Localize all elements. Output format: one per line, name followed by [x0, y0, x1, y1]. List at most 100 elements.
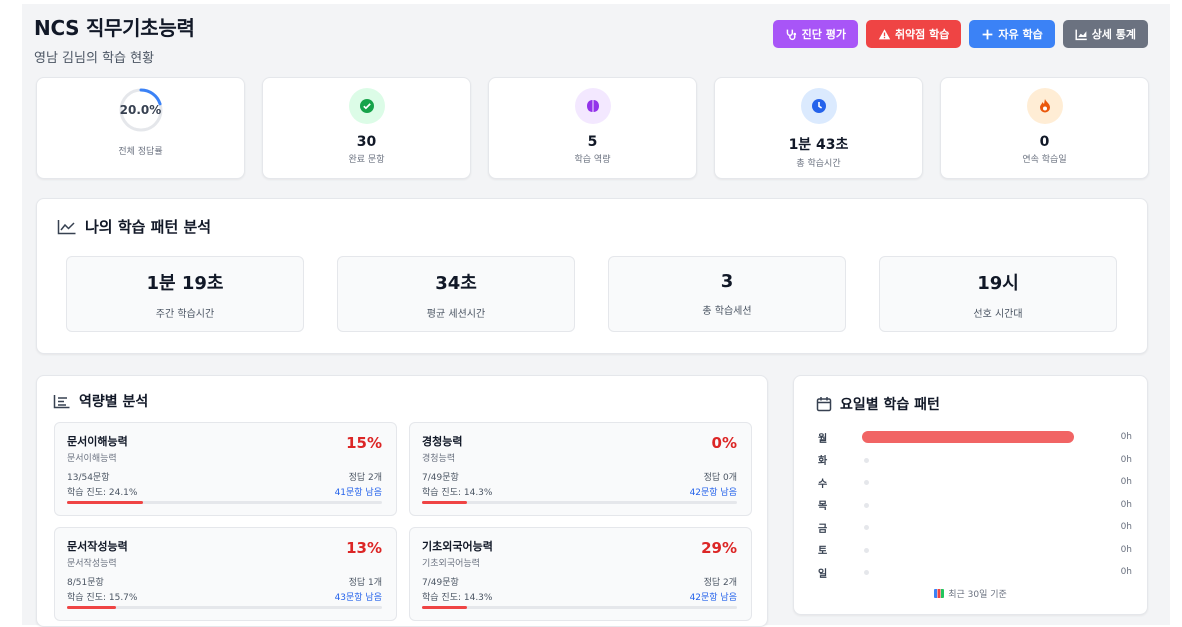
competency-questions: 13/54문항 [67, 473, 110, 483]
free-study-button[interactable]: 자유 학습 [969, 20, 1055, 48]
completed-label: 완료 문항 [348, 155, 385, 165]
weekday-row: 목 0h [818, 494, 1132, 517]
accuracy-card: 20.0% 전체 정답률 [36, 77, 245, 179]
diagnostic-test-label: 진단 평가 [801, 28, 846, 41]
weekday-bar-track [862, 566, 1074, 578]
competency-stats-row: 13/54문항 정답 2개 [67, 470, 382, 483]
weekday-value: 0h [1120, 454, 1132, 465]
plus-icon [983, 29, 993, 39]
competency-name: 경청능력 [422, 435, 463, 448]
competency-subtitle: 기초외국어능력 [422, 559, 480, 569]
completed-value: 30 [356, 134, 377, 150]
competency-analysis-panel: 역량별 분석 문서이해능력 문서이해능력 15% 13/54문항 정답 2개 학… [36, 375, 768, 627]
competency-questions: 7/49문항 [422, 473, 459, 483]
total-sessions-value: 3 [720, 271, 734, 292]
trend-line-icon [57, 219, 76, 234]
competency-correct: 정답 2개 [703, 578, 737, 588]
competency-card[interactable]: 문서작성능력 문서작성능력 13% 8/51문항 정답 1개 학습 진도: 15… [54, 527, 397, 621]
competency-progress-fill [67, 606, 117, 609]
competency-remaining: 42문항 남음 [689, 488, 737, 498]
weekday-value: 0h [1120, 544, 1132, 555]
competency-subtitle: 문서작성능력 [67, 559, 117, 569]
competency-percent: 13% [346, 539, 382, 557]
weekly-time-label: 주간 학습시간 [155, 308, 215, 320]
competency-card[interactable]: 문서이해능력 문서이해능력 15% 13/54문항 정답 2개 학습 진도: 2… [54, 422, 397, 516]
competency-grid: 문서이해능력 문서이해능력 15% 13/54문항 정답 2개 학습 진도: 2… [54, 422, 752, 621]
summary-cards: 20.0% 전체 정답률 30 완료 문항 5 학습 역량 1분 43초 총 학… [36, 77, 1149, 179]
weekday-bar-track [862, 521, 1074, 533]
weekday-label: 금 [818, 523, 828, 535]
chart-icon [1075, 29, 1087, 40]
learning-pattern-panel: 나의 학습 패턴 분석 1분 19초 주간 학습시간 34초 평균 세션시간 3… [36, 198, 1148, 354]
competency-name: 문서작성능력 [67, 540, 128, 553]
weekday-value: 0h [1120, 522, 1132, 533]
weakness-study-button[interactable]: 취약점 학습 [865, 20, 962, 48]
total-time-card: 1분 43초 총 학습시간 [714, 77, 923, 179]
avg-session-metric: 34초 평균 세션시간 [337, 256, 575, 332]
learning-pattern-title: 나의 학습 패턴 분석 [57, 216, 211, 237]
weekday-value: 0h [1120, 477, 1132, 488]
detailed-stats-button[interactable]: 상세 통계 [1062, 20, 1148, 48]
weekday-bar-track [862, 431, 1074, 444]
weekday-empty-dot [864, 480, 869, 486]
weekday-row: 일 0h [818, 561, 1132, 584]
competency-progress-row: 학습 진도: 14.3% 42문항 남음 [422, 590, 737, 603]
weekly-time-value: 1분 19초 [146, 272, 224, 294]
weekday-row: 화 0h [818, 449, 1132, 472]
competency-progress-label: 학습 진도: 15.7% [67, 593, 138, 603]
weekday-label: 수 [818, 478, 828, 490]
streak-value: 0 [1039, 134, 1050, 150]
weekday-bar [862, 431, 1074, 444]
competency-stats-row: 7/49문항 정답 2개 [422, 575, 737, 588]
competencies-label: 학습 역량 [574, 155, 611, 165]
detailed-stats-label: 상세 통계 [1091, 28, 1136, 41]
weekday-value: 0h [1120, 432, 1132, 443]
weekday-footer: 최근 30일 기준 [794, 587, 1147, 600]
preferred-hour-metric: 19시 선호 시간대 [879, 256, 1117, 332]
weekday-pattern-title-text: 요일별 학습 패턴 [840, 397, 940, 413]
competency-progress-fill [422, 606, 468, 609]
preferred-hour-label: 선호 시간대 [973, 308, 1023, 320]
page-header: NCS 직무기초능력 영남 김님의 학습 현황 [34, 12, 195, 66]
check-circle-icon [348, 88, 385, 124]
chart-emoji-icon [934, 589, 945, 598]
weekday-bar-track [862, 454, 1074, 466]
competency-progress-row: 학습 진도: 14.3% 42문항 남음 [422, 485, 737, 498]
accuracy-ring: 20.0% [117, 86, 165, 134]
preferred-hour-value: 19시 [977, 272, 1019, 294]
dashboard-page: NCS 직무기초능력 영남 김님의 학습 현황 진단 평가 취약점 학습 자유 … [22, 4, 1170, 627]
total-sessions-label: 총 학습세션 [702, 306, 752, 317]
weekday-label: 월 [818, 433, 828, 445]
total-time-value: 1분 43초 [788, 137, 849, 153]
weekday-empty-dot [864, 525, 869, 531]
weekday-bar-track [862, 499, 1074, 511]
page-subtitle: 영남 김님의 학습 현황 [34, 51, 155, 66]
competency-percent: 0% [711, 434, 737, 452]
weakness-study-label: 취약점 학습 [894, 28, 950, 41]
completed-card: 30 완료 문항 [262, 77, 471, 179]
weekday-value: 0h [1120, 567, 1132, 578]
weekday-row: 금 0h [818, 516, 1132, 539]
stethoscope-icon [786, 29, 796, 40]
competency-progress-label: 학습 진도: 14.3% [422, 593, 493, 603]
competency-subtitle: 문서이해능력 [67, 454, 117, 464]
competency-remaining: 42문항 남음 [689, 593, 737, 603]
competency-card[interactable]: 경청능력 경청능력 0% 7/49문항 정답 0개 학습 진도: 14.3% 4… [409, 422, 752, 516]
weekday-pattern-title: 요일별 학습 패턴 [816, 394, 940, 414]
diagnostic-test-button[interactable]: 진단 평가 [772, 20, 858, 48]
competency-name: 문서이해능력 [67, 435, 128, 448]
competency-progress-track [67, 501, 382, 504]
bar-list-icon [53, 394, 70, 408]
learning-pattern-title-text: 나의 학습 패턴 분석 [85, 218, 212, 236]
weekday-empty-dot [864, 547, 869, 553]
weekday-empty-dot [864, 502, 869, 508]
competency-progress-track [422, 501, 737, 504]
weekday-label: 목 [818, 501, 828, 513]
weekday-empty-dot [864, 457, 869, 463]
weekday-label: 화 [818, 456, 828, 468]
competency-card[interactable]: 기초외국어능력 기초외국어능력 29% 7/49문항 정답 2개 학습 진도: … [409, 527, 752, 621]
competency-progress-row: 학습 진도: 15.7% 43문항 남음 [67, 590, 382, 603]
accuracy-value: 20.0% [119, 103, 162, 117]
weekday-pattern-panel: 요일별 학습 패턴 월 0h 화 0h 수 0h 목 0h 금 0h 토 0h … [793, 375, 1148, 615]
weekday-row: 토 0h [818, 539, 1132, 562]
